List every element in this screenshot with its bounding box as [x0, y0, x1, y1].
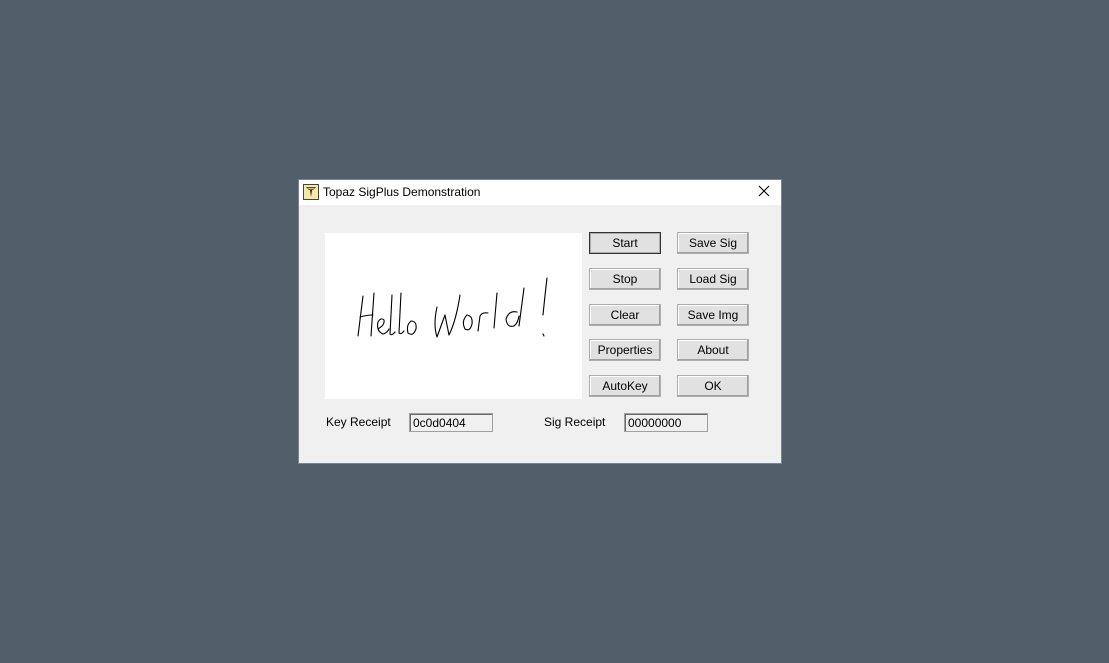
ok-button[interactable]: OK	[677, 375, 749, 397]
title-bar[interactable]: Topaz SigPlus Demonstration	[299, 180, 781, 205]
window-title: Topaz SigPlus Demonstration	[323, 185, 481, 199]
stop-button[interactable]: Stop	[589, 268, 661, 290]
topaz-logo-icon	[303, 184, 319, 200]
sig-receipt-field: 00000000	[624, 413, 708, 432]
save-img-button[interactable]: Save Img	[677, 304, 749, 326]
save-sig-button[interactable]: Save Sig	[677, 232, 749, 254]
load-sig-button[interactable]: Load Sig	[677, 268, 749, 290]
sig-receipt-label: Sig Receipt	[544, 415, 606, 429]
signature-ink	[357, 277, 548, 338]
clear-button[interactable]: Clear	[589, 304, 661, 326]
signature-pad[interactable]	[325, 233, 582, 399]
close-button[interactable]	[747, 180, 781, 205]
properties-button[interactable]: Properties	[589, 339, 661, 361]
start-button[interactable]: Start	[589, 232, 661, 254]
about-button[interactable]: About	[677, 339, 749, 361]
close-icon	[758, 185, 770, 200]
key-receipt-field: 0c0d0404	[409, 413, 493, 432]
app-window: Topaz SigPlus Demonstration Start Stop C…	[299, 180, 781, 463]
key-receipt-label: Key Receipt	[326, 415, 391, 429]
autokey-button[interactable]: AutoKey	[589, 375, 661, 397]
